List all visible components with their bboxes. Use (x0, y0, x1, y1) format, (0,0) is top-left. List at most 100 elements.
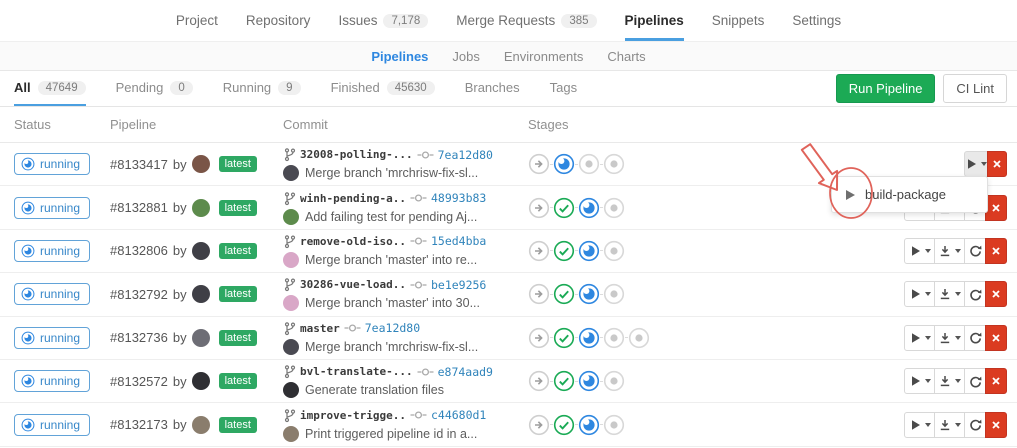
commit-sha-link[interactable]: c44680d1 (431, 408, 486, 422)
download-pipeline-button[interactable] (934, 281, 965, 307)
status-badge[interactable]: running (14, 153, 90, 175)
play-pipeline-button[interactable] (904, 368, 935, 394)
download-pipeline-button[interactable] (934, 238, 965, 264)
play-pipeline-button[interactable] (964, 151, 988, 177)
download-pipeline-button[interactable] (934, 368, 965, 394)
retry-pipeline-button[interactable] (964, 368, 986, 394)
user-avatar[interactable] (192, 155, 210, 173)
status-badge[interactable]: running (14, 414, 90, 436)
nav-item-issues[interactable]: Issues7,178 (338, 0, 428, 41)
retry-pipeline-button[interactable] (964, 281, 986, 307)
nav-item-snippets[interactable]: Snippets (712, 0, 765, 41)
stage-skipped-icon[interactable] (528, 153, 550, 175)
cancel-pipeline-button[interactable] (987, 151, 1007, 177)
nav-item-project[interactable]: Project (176, 0, 218, 41)
retry-pipeline-button[interactable] (964, 325, 986, 351)
stage-created-icon[interactable] (603, 240, 625, 262)
branch-link[interactable]: winh-pending-a.. (300, 192, 406, 205)
branch-link[interactable]: 32008-polling-... (300, 148, 413, 161)
tab-pending[interactable]: Pending0 (116, 71, 193, 106)
user-avatar[interactable] (192, 329, 210, 347)
stage-skipped-icon[interactable] (528, 327, 550, 349)
commit-sha-link[interactable]: 15ed4bba (431, 234, 486, 248)
tab-branches[interactable]: Branches (465, 71, 520, 106)
branch-link[interactable]: improve-trigge.. (300, 409, 406, 422)
subnav-item-jobs[interactable]: Jobs (452, 49, 479, 64)
play-pipeline-button[interactable] (904, 281, 935, 307)
stage-running-icon[interactable] (578, 327, 600, 349)
nav-item-pipelines[interactable]: Pipelines (625, 0, 684, 41)
commit-author-avatar[interactable] (283, 209, 299, 225)
dropdown-item-build-package[interactable]: build-package (832, 183, 987, 206)
commit-message-link[interactable]: Merge branch 'mrchrisw-fix-sl... (305, 340, 478, 354)
user-avatar[interactable] (192, 242, 210, 260)
stage-skipped-icon[interactable] (528, 240, 550, 262)
stage-created-icon[interactable] (578, 153, 600, 175)
pipeline-link[interactable]: #8132736 (110, 330, 168, 345)
cancel-pipeline-button[interactable] (985, 325, 1007, 351)
commit-author-avatar[interactable] (283, 295, 299, 311)
stage-passed-icon[interactable] (553, 283, 575, 305)
stage-created-icon[interactable] (603, 414, 625, 436)
commit-message-link[interactable]: Generate translation files (305, 383, 444, 397)
retry-pipeline-button[interactable] (964, 412, 986, 438)
stage-created-icon[interactable] (603, 327, 625, 349)
cancel-pipeline-button[interactable] (985, 195, 1007, 221)
stage-created-icon[interactable] (603, 283, 625, 305)
tab-running[interactable]: Running9 (223, 71, 301, 106)
tab-all[interactable]: All47649 (14, 71, 86, 106)
user-avatar[interactable] (192, 372, 210, 390)
status-badge[interactable]: running (14, 370, 90, 392)
stage-running-icon[interactable] (578, 414, 600, 436)
nav-item-repository[interactable]: Repository (246, 0, 311, 41)
pipeline-link[interactable]: #8132806 (110, 243, 168, 258)
stage-running-icon[interactable] (578, 283, 600, 305)
stage-created-icon[interactable] (603, 370, 625, 392)
commit-sha-link[interactable]: be1e9256 (431, 278, 486, 292)
stage-running-icon[interactable] (578, 370, 600, 392)
status-badge[interactable]: running (14, 283, 90, 305)
pipeline-link[interactable]: #8132173 (110, 417, 168, 432)
status-badge[interactable]: running (14, 197, 90, 219)
commit-sha-link[interactable]: 7ea12d80 (438, 148, 493, 162)
status-badge[interactable]: running (14, 327, 90, 349)
stage-passed-icon[interactable] (553, 240, 575, 262)
subnav-item-charts[interactable]: Charts (607, 49, 645, 64)
play-pipeline-button[interactable] (904, 412, 935, 438)
stage-created-icon[interactable] (603, 153, 625, 175)
branch-link[interactable]: remove-old-iso.. (300, 235, 406, 248)
cancel-pipeline-button[interactable] (985, 281, 1007, 307)
retry-pipeline-button[interactable] (964, 238, 986, 264)
stage-skipped-icon[interactable] (528, 370, 550, 392)
stage-passed-icon[interactable] (553, 370, 575, 392)
pipeline-link[interactable]: #8132881 (110, 200, 168, 215)
cancel-pipeline-button[interactable] (985, 238, 1007, 264)
ci-lint-button[interactable]: CI Lint (943, 74, 1007, 103)
pipeline-link[interactable]: #8132792 (110, 287, 168, 302)
stage-created-icon[interactable] (603, 197, 625, 219)
commit-author-avatar[interactable] (283, 252, 299, 268)
tab-finished[interactable]: Finished45630 (331, 71, 435, 106)
subnav-item-pipelines[interactable]: Pipelines (371, 49, 428, 64)
nav-item-merge-requests[interactable]: Merge Requests385 (456, 0, 596, 41)
play-pipeline-button[interactable] (904, 238, 935, 264)
stage-passed-icon[interactable] (553, 197, 575, 219)
commit-author-avatar[interactable] (283, 165, 299, 181)
user-avatar[interactable] (192, 199, 210, 217)
stage-running-icon[interactable] (578, 240, 600, 262)
commit-author-avatar[interactable] (283, 426, 299, 442)
commit-message-link[interactable]: Add failing test for pending Aj... (305, 210, 477, 224)
stage-skipped-icon[interactable] (528, 283, 550, 305)
play-pipeline-button[interactable] (904, 325, 935, 351)
branch-link[interactable]: bvl-translate-... (300, 365, 413, 378)
commit-message-link[interactable]: Print triggered pipeline id in a... (305, 427, 477, 441)
user-avatar[interactable] (192, 285, 210, 303)
commit-sha-link[interactable]: e874aad9 (438, 365, 493, 379)
commit-author-avatar[interactable] (283, 382, 299, 398)
commit-sha-link[interactable]: 7ea12d80 (365, 321, 420, 335)
user-avatar[interactable] (192, 416, 210, 434)
stage-running-icon[interactable] (578, 197, 600, 219)
commit-message-link[interactable]: Merge branch 'mrchrisw-fix-sl... (305, 166, 478, 180)
branch-link[interactable]: 30286-vue-load.. (300, 278, 406, 291)
cancel-pipeline-button[interactable] (985, 368, 1007, 394)
